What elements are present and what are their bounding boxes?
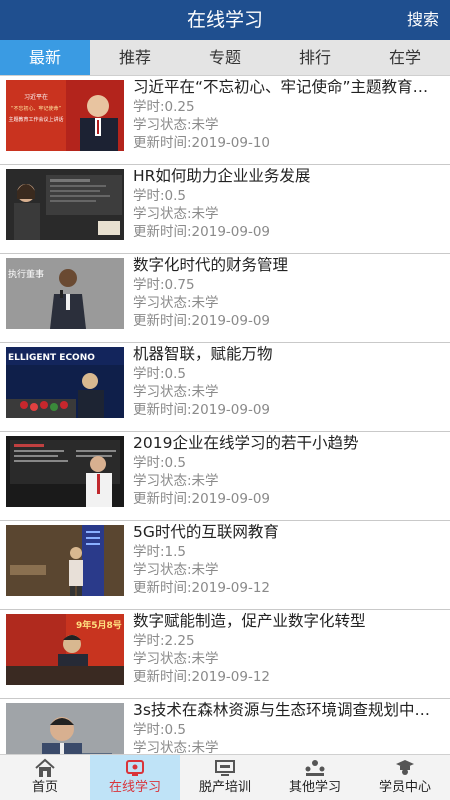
page-title: 在线学习	[186, 9, 263, 31]
course-thumbnail	[6, 169, 124, 240]
course-item[interactable]: 执行董事 数字化时代的财务管理 学时:0.75 学习状态:未学 更新时间:201…	[0, 254, 450, 343]
course-status: 学习状态:未学	[133, 562, 219, 578]
tab-latest[interactable]: 最新	[0, 40, 90, 75]
tab-topics[interactable]: 专题	[180, 40, 270, 75]
course-hours: 学时:2.25	[133, 633, 195, 649]
course-updated: 更新时间:2019-09-09	[133, 313, 271, 329]
course-status: 学习状态:未学	[133, 295, 219, 311]
course-updated: 更新时间:2019-09-09	[133, 224, 271, 240]
thumb-caption: 9年5月8号	[76, 619, 122, 631]
thumb-caption: 主题教育工作会议上讲话	[8, 116, 63, 123]
course-hours: 学时:0.5	[133, 722, 187, 738]
course-thumbnail	[6, 436, 124, 507]
student-center-icon	[360, 755, 450, 779]
tab-learning[interactable]: 在学	[360, 40, 450, 75]
course-status: 学习状态:未学	[133, 651, 219, 667]
thumb-caption: ELLIGENT ECONO	[8, 353, 95, 363]
course-status: 学习状态:未学	[133, 206, 219, 222]
nav-label: 首页	[31, 780, 58, 795]
nav-home[interactable]: 首页	[0, 755, 90, 800]
nav-online-learning[interactable]: 在线学习	[90, 755, 180, 800]
nav-label: 脱产培训	[198, 780, 251, 795]
thumb-caption: “不忘初心、牢记使命”	[11, 105, 62, 112]
course-title: 机器智联，赋能万物	[133, 345, 273, 363]
app-header: 在线学习 搜索	[0, 0, 450, 40]
thumb-caption: 执行董事	[8, 268, 44, 280]
course-title: 2019企业在线学习的若干小趋势	[133, 434, 359, 452]
course-title: 数字化时代的财务管理	[133, 256, 289, 274]
course-thumbnail: ELLIGENT ECONO	[6, 347, 124, 418]
nav-offline-training[interactable]: 脱产培训	[180, 755, 270, 800]
course-title: 3s技术在森林资源与生态环境调查规划中的应用	[133, 701, 442, 719]
course-item[interactable]: 习近平在 “不忘初心、牢记使命” 主题教育工作会议上讲话 习近平在“不忘初心、牢…	[0, 76, 450, 165]
course-title: 习近平在“不忘初心、牢记使命”主题教育工作会议上讲话	[133, 78, 442, 96]
tab-recommended[interactable]: 推荐	[90, 40, 180, 75]
course-thumbnail	[6, 703, 124, 754]
nav-student-center[interactable]: 学员中心	[360, 755, 450, 800]
course-item[interactable]: HR如何助力企业业务发展 学时:0.5 学习状态:未学 更新时间:2019-09…	[0, 165, 450, 254]
home-icon	[0, 755, 90, 779]
course-updated: 更新时间:2019-09-10	[133, 135, 271, 151]
course-thumbnail: 执行董事	[6, 258, 124, 329]
course-item[interactable]: 9年5月8号 数字赋能制造，促产业数字化转型 学时:2.25 学习状态:未学 更…	[0, 610, 450, 699]
course-item[interactable]: 2019企业在线学习的若干小趋势 学时:0.5 学习状态:未学 更新时间:201…	[0, 432, 450, 521]
course-thumbnail: 习近平在 “不忘初心、牢记使命” 主题教育工作会议上讲话	[6, 80, 124, 151]
course-title: HR如何助力企业业务发展	[133, 167, 311, 185]
nav-other-learning[interactable]: 其他学习	[270, 755, 360, 800]
course-hours: 学时:0.25	[133, 99, 195, 115]
nav-label: 其他学习	[288, 780, 341, 795]
course-status: 学习状态:未学	[133, 384, 219, 400]
course-updated: 更新时间:2019-09-12	[133, 669, 271, 685]
search-button[interactable]: 搜索	[407, 0, 439, 40]
course-item[interactable]: 5G时代的互联网教育 学时:1.5 学习状态:未学 更新时间:2019-09-1…	[0, 521, 450, 610]
nav-label: 在线学习	[108, 780, 161, 795]
course-updated: 更新时间:2019-09-09	[133, 491, 271, 507]
course-item[interactable]: 3s技术在森林资源与生态环境调查规划中的应用 学时:0.5 学习状态:未学	[0, 699, 450, 754]
course-hours: 学时:1.5	[133, 544, 187, 560]
course-thumbnail	[6, 525, 124, 596]
bottom-nav: 首页 在线学习 脱产培训 其他学习 学员中心	[0, 754, 450, 800]
nav-label: 学员中心	[378, 780, 431, 795]
course-hours: 学时:0.5	[133, 455, 187, 471]
course-hours: 学时:0.75	[133, 277, 195, 293]
thumb-caption: 习近平在	[24, 93, 48, 101]
course-title: 5G时代的互联网教育	[133, 523, 279, 541]
course-thumbnail: 9年5月8号	[6, 614, 124, 685]
other-learning-icon	[270, 755, 360, 779]
course-updated: 更新时间:2019-09-12	[133, 580, 271, 596]
course-item[interactable]: ELLIGENT ECONO 机器智联，赋能万物 学时:0.5 学习状态:未学 …	[0, 343, 450, 432]
course-list: 习近平在 “不忘初心、牢记使命” 主题教育工作会议上讲话 习近平在“不忘初心、牢…	[0, 76, 450, 754]
offline-training-icon	[180, 755, 270, 779]
course-status: 学习状态:未学	[133, 117, 219, 133]
course-status: 学习状态:未学	[133, 473, 219, 489]
course-status: 学习状态:未学	[133, 740, 219, 754]
course-hours: 学时:0.5	[133, 188, 187, 204]
tab-ranking[interactable]: 排行	[270, 40, 360, 75]
category-tabs: 最新 推荐 专题 排行 在学	[0, 40, 450, 76]
course-updated: 更新时间:2019-09-09	[133, 402, 271, 418]
course-hours: 学时:0.5	[133, 366, 187, 382]
online-learning-icon	[90, 755, 180, 779]
course-title: 数字赋能制造，促产业数字化转型	[133, 612, 366, 630]
